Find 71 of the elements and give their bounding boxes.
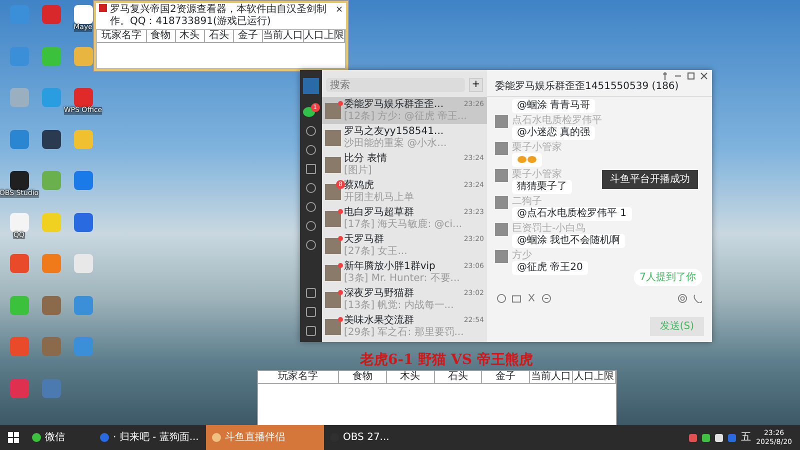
sender-name: 巨资罚士-小白鸟 [512,223,587,234]
taskbar-button[interactable]: 微信 [26,425,94,450]
column-header: 金子 [482,371,530,384]
hands-emoji-icon [517,154,537,164]
group-avatar [325,156,341,172]
conversation-name: 美味水果交流群 [344,314,414,326]
conversation-name: 罗马之友yy158541... [344,126,444,136]
conversation-name: 深夜罗马野猫群 [344,288,414,300]
avatar-photo [495,142,508,155]
sender-name: 二狗子 [512,196,543,207]
maximize-icon[interactable] [687,72,695,80]
sender-name: 点石水电质检罗伟平 [512,115,602,126]
scissors-icon[interactable] [527,294,536,303]
column-header: 人口上限 [304,30,345,43]
column-header: 石头 [434,371,482,384]
column-header: 木头 [386,371,435,384]
window-title: 罗马复兴帝国2资源查看器，本软件由自汉圣剑制作。QQ：418733891(游戏已运行) [110,4,328,28]
close-button[interactable]: × [335,4,343,18]
conversation-preview: [3条] Mr. Hunter: 不要... [344,272,461,284]
sender-name: 方少 [512,250,533,261]
chat-title: 委能罗马娱乐群歪歪1451550539 (186) [495,81,679,92]
overlay-caption: 老虎6-1 野猫 VS 帝王熊虎 [360,351,533,370]
column-header: 食物 [339,371,387,384]
start-icon[interactable] [8,432,18,443]
search-field[interactable]: 搜索 [326,78,465,92]
avatar-photo [495,196,508,209]
column-header: 玩家名字 [258,371,340,384]
column-header: 食物 [146,30,176,43]
conversation-preview: [13条] 帆觉: 内战每一... [344,300,455,312]
input-method-indicator[interactable]: 五 [741,430,752,445]
message-bubble: @小迷恋 真的强 [512,126,596,140]
taskbar-button[interactable]: · 归来吧 - 蓝狗面... [94,425,206,450]
conversation-item[interactable]: 罗马之友yy158541... 沙田能的重案 @小水... [322,124,487,151]
group-avatar [325,130,341,146]
conversation-preview: 沙田能的重案 @小水... [344,138,448,150]
sender-name: 栗子小管家 [512,142,562,153]
add-button[interactable]: + [469,78,483,92]
column-header: 金子 [234,30,263,43]
message-bubble: @点石水电质检罗伟平 1 [512,207,632,221]
conversation-preview: 开团主机马上单 [344,192,415,204]
app-shortcut-icon[interactable] [74,5,92,24]
avatar-photo [495,250,508,263]
toast-notification: 斗鱼平台开播成功 [602,170,698,189]
conversation-name: 天罗马群 [344,234,384,246]
conversation-preview: [图片] [344,164,373,176]
conversation-preview: [27条] 女王... [344,246,408,258]
conversation-preview: [17条] 海天马敏鹿: @ci... [344,218,464,230]
conversation-name: 比分 表情 [344,152,388,164]
taskbar-button[interactable]: OBS 27... [324,425,392,450]
column-header: 当前人口 [530,371,574,384]
conversation-name: 新年腾放小胖1群vip [344,260,436,272]
close-icon[interactable] [700,72,708,80]
conversation-name: 蔡鸡虎 [344,180,374,192]
message-bubble: @蝈涂 我也不会随机啊 [512,234,626,248]
column-header: 木头 [176,30,205,43]
conversation-preview: [29条] 军之石: 那里要罚... [344,326,465,338]
avatar-photo [495,115,508,128]
app-shortcut-icon[interactable] [10,171,28,190]
app-icon [99,4,107,12]
sender-name: 栗子小管家 [512,169,563,180]
message-bubble: @蝈涂 青青马哥 [512,99,596,113]
message-bubble: @征虎 帝王20 [512,261,588,275]
avatar-photo [495,169,508,182]
avatar-photo [495,223,508,236]
column-header: 玩家名字 [97,30,146,43]
conversation-name: 委能罗马娱乐群歪歪... [344,98,444,110]
conversation-name: 电白罗马超草群 [344,206,414,218]
message-bubble: 猜猜栗子了 [512,180,572,194]
column-header: 当前人口 [263,30,304,43]
column-header: 石头 [204,30,234,43]
column-header: 人口上限 [573,371,616,384]
